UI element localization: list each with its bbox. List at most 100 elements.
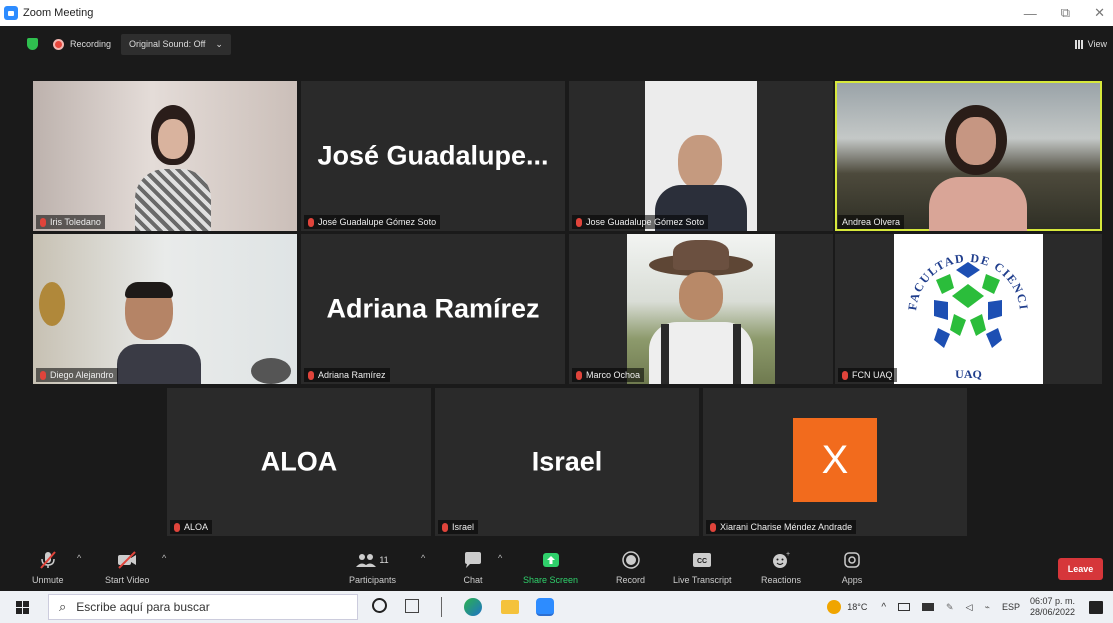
mic-muted-icon (576, 217, 582, 227)
minimize-button[interactable]: — (1024, 6, 1037, 21)
mic-muted-icon (174, 522, 180, 532)
taskbar-separator (441, 597, 442, 617)
chat-label: Chat (463, 575, 483, 585)
participants-count: 11 (379, 555, 389, 565)
unmute-button[interactable]: Unmute (32, 549, 64, 585)
participant-label: Marco Ochoa (572, 368, 645, 382)
participant-video (645, 81, 757, 231)
temperature-label[interactable]: 18°C (847, 602, 867, 612)
apps-button[interactable]: Apps (841, 549, 863, 585)
view-label: View (1087, 39, 1107, 49)
grid-view-icon (1074, 39, 1084, 49)
window-title-bar: Zoom Meeting — ⧉ ✕ (0, 0, 1113, 26)
clock[interactable]: 06:07 p. m. 28/06/2022 (1030, 596, 1075, 619)
original-sound-label: Original Sound: Off (129, 39, 206, 49)
participant-name: Israel (452, 522, 475, 532)
video-tile-iris[interactable]: Iris Toledano (33, 81, 297, 231)
chat-caret-icon[interactable]: ^ (498, 553, 502, 563)
participant-name: Iris Toledano (50, 217, 101, 227)
participant-avatar: X (793, 418, 877, 502)
participant-figure (129, 105, 215, 231)
record-icon (620, 549, 642, 571)
pen-icon[interactable]: ✎ (946, 602, 954, 613)
audio-options-caret-icon[interactable]: ^ (77, 553, 81, 563)
record-button[interactable]: Record (616, 549, 645, 585)
participant-name: ALOA (184, 522, 209, 532)
video-tile-jose-name[interactable]: José Guadalupe... José Guadalupe Gómez S… (301, 81, 565, 231)
participants-button[interactable]: 11 Participants (349, 549, 396, 585)
zoom-taskbar-icon[interactable] (536, 598, 554, 616)
mic-muted-icon (37, 549, 59, 571)
participant-display-name: ALOA (260, 446, 338, 477)
participant-name: Andrea Olvera (842, 217, 901, 227)
cortana-icon[interactable] (372, 598, 387, 613)
taskbar-search-box[interactable]: ⌕ Escribe aquí para buscar (48, 594, 358, 620)
network-icon[interactable] (922, 603, 935, 611)
live-transcript-button[interactable]: CC Live Transcript (673, 549, 732, 585)
video-tile-diego[interactable]: Diego Alejandro (33, 234, 297, 384)
mic-muted-icon (308, 217, 314, 227)
participant-display-name: Adriana Ramírez (326, 293, 540, 324)
restore-button[interactable]: ⧉ (1061, 5, 1070, 21)
svg-text:CC: CC (697, 558, 707, 565)
apps-label: Apps (841, 575, 863, 585)
mic-muted-icon (710, 522, 716, 532)
video-tile-adriana[interactable]: Adriana Ramírez Adriana Ramírez (301, 234, 565, 384)
system-tray: 18°C ^ ✎ ◁ ⌁ ESP 06:07 p. m. 28/06/2022 (827, 591, 1113, 623)
reactions-button[interactable]: + Reactions (761, 549, 801, 585)
video-tile-fcn-uaq[interactable]: FACULTAD DE CIENCIAS NATURALES UAQ FCN U… (835, 234, 1102, 384)
video-tile-israel[interactable]: Israel Israel (435, 388, 699, 536)
share-screen-button[interactable]: Share Screen (523, 549, 578, 585)
original-sound-toggle[interactable]: Original Sound: Off ⌄ (121, 33, 231, 55)
video-tile-jose-video[interactable]: Jose Guadalupe Gómez Soto (569, 81, 833, 231)
view-button[interactable]: View (1074, 26, 1107, 62)
chevron-down-icon[interactable]: ⌄ (215, 39, 223, 50)
participant-label: Diego Alejandro (36, 368, 118, 382)
logo-subtext: UAQ (955, 367, 982, 381)
wall-decoration (39, 282, 65, 326)
language-indicator[interactable]: ESP (1002, 602, 1020, 612)
security-shield-icon[interactable] (27, 38, 38, 50)
participant-name: FCN UAQ (852, 370, 893, 380)
participants-caret-icon[interactable]: ^ (421, 553, 425, 563)
battery-icon[interactable] (898, 603, 911, 611)
leave-button[interactable]: Leave (1058, 558, 1103, 580)
video-tile-marco[interactable]: Marco Ochoa (569, 234, 833, 384)
start-video-button[interactable]: Start Video (105, 549, 149, 585)
participant-display-name: José Guadalupe... (317, 140, 549, 171)
clock-time: 06:07 p. m. (1029, 595, 1075, 606)
mic-muted-icon (842, 370, 848, 380)
edge-icon[interactable] (464, 598, 482, 616)
live-transcript-label: Live Transcript (673, 575, 732, 585)
video-options-caret-icon[interactable]: ^ (162, 553, 166, 563)
reactions-label: Reactions (761, 575, 802, 585)
participant-name: Adriana Ramírez (318, 370, 386, 380)
mic-muted-icon (40, 217, 46, 227)
participant-name: Diego Alejandro (50, 370, 114, 380)
task-view-icon[interactable] (405, 599, 419, 613)
record-label: Record (616, 575, 646, 585)
video-tile-aloa[interactable]: ALOA ALOA (167, 388, 431, 536)
chat-button[interactable]: Chat (462, 549, 484, 585)
weather-icon[interactable] (827, 600, 842, 614)
file-explorer-icon[interactable] (501, 600, 519, 614)
video-tile-andrea[interactable]: Andrea Olvera (835, 81, 1102, 231)
volume-icon[interactable]: ◁ (966, 602, 973, 613)
search-placeholder: Escribe aquí para buscar (76, 600, 210, 614)
wifi-icon[interactable]: ⌁ (985, 602, 990, 613)
participant-name: Xiarani Charise Méndez Andrade (720, 522, 853, 532)
window-title: Zoom Meeting (23, 7, 94, 19)
notification-icon[interactable] (1089, 600, 1103, 614)
mic-muted-icon (442, 522, 448, 532)
participant-figure (923, 105, 1033, 231)
close-button[interactable]: ✕ (1094, 5, 1105, 21)
unmute-label: Unmute (32, 575, 64, 585)
participant-label: Iris Toledano (36, 215, 105, 229)
participant-video (627, 234, 775, 384)
windows-start-icon[interactable] (16, 601, 29, 614)
chevron-up-icon[interactable]: ^ (881, 602, 886, 613)
start-video-label: Start Video (105, 575, 150, 585)
video-tile-xiarani[interactable]: X Xiarani Charise Méndez Andrade (703, 388, 967, 536)
participant-label: ALOA (170, 520, 213, 534)
participant-name: José Guadalupe Gómez Soto (318, 217, 437, 227)
